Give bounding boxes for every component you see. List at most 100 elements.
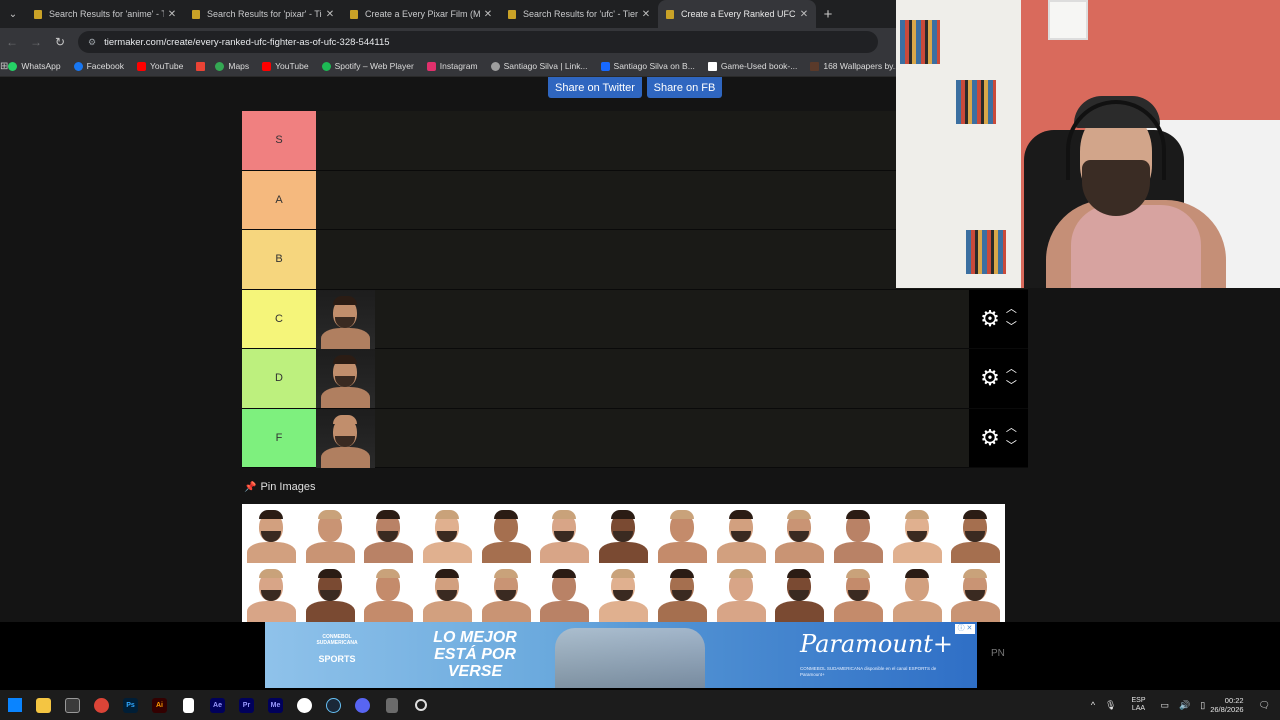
tab-anime-results[interactable]: Search Results for 'anime' - Tier ✕ <box>26 0 184 28</box>
bookmark-facebook[interactable]: Facebook <box>73 61 124 71</box>
start-button[interactable] <box>0 690 29 720</box>
tier-dropzone[interactable] <box>316 349 969 408</box>
bookmark-gmail[interactable] <box>196 61 209 71</box>
fighter-image[interactable] <box>359 504 419 563</box>
share-facebook-button[interactable]: Share on FB <box>647 77 722 98</box>
url-input[interactable]: ⚙ tiermaker.com/create/every-ranked-ufc-… <box>78 31 878 53</box>
after-effects-button[interactable]: Ae <box>203 690 232 720</box>
bookmark-maps[interactable]: Maps <box>215 61 249 71</box>
fighter-image[interactable] <box>300 504 360 563</box>
fighter-image[interactable] <box>316 408 375 468</box>
fighter-image[interactable] <box>316 349 375 408</box>
store-button[interactable] <box>58 690 87 720</box>
fighter-image[interactable] <box>242 563 301 622</box>
fighter-image[interactable] <box>476 563 536 622</box>
bookmark-youtube[interactable]: YouTube <box>136 61 183 71</box>
fighter-image[interactable] <box>476 504 536 563</box>
discord-button[interactable] <box>348 690 377 720</box>
bookmark-spotify[interactable]: Spotify – Web Player <box>321 61 414 71</box>
fighter-image[interactable] <box>770 504 829 563</box>
bookmark-wallpapers[interactable]: 168 Wallpapers by... <box>810 61 900 71</box>
ad-banner[interactable]: CONMEBOL SUDAMERICANA SPORTS LO MEJOR EST… <box>265 622 977 688</box>
photoshop-button[interactable]: Ps <box>116 690 145 720</box>
chrome-button[interactable] <box>87 690 116 720</box>
fighter-image[interactable] <box>887 504 947 563</box>
obs-button[interactable] <box>290 690 319 720</box>
tier-label[interactable]: F <box>242 408 316 467</box>
file-explorer-button[interactable] <box>29 690 58 720</box>
tier-label[interactable]: B <box>242 230 316 289</box>
fighter-image[interactable] <box>418 504 477 563</box>
tier-label[interactable]: C <box>242 289 316 348</box>
premiere-button[interactable]: Pr <box>232 690 261 720</box>
fighter-image[interactable] <box>711 563 771 622</box>
fighter-image[interactable] <box>300 563 360 622</box>
fighter-image[interactable] <box>887 563 947 622</box>
fighter-image[interactable] <box>359 563 419 622</box>
notifications-icon[interactable]: 🗨 <box>1259 700 1270 711</box>
tier-label[interactable]: S <box>242 111 316 170</box>
fighter-image[interactable] <box>594 504 653 563</box>
close-icon[interactable]: ✕ <box>164 9 180 20</box>
bookmark-behance[interactable]: Santiago Silva on B... <box>600 61 695 71</box>
network-icon[interactable]: ▭ <box>1161 700 1170 711</box>
fighter-image[interactable] <box>535 504 595 563</box>
illustrator-button[interactable]: Ai <box>145 690 174 720</box>
fighter-image[interactable] <box>652 563 712 622</box>
forward-arrow-icon[interactable]: → <box>24 35 48 49</box>
share-twitter-button[interactable]: Share on Twitter <box>548 77 642 98</box>
chevron-up-icon[interactable]: ︿ <box>1006 420 1017 438</box>
ad-close-icon[interactable]: ⓘ ✕ <box>955 624 975 634</box>
fighter-image[interactable] <box>946 563 1005 622</box>
fighter-image[interactable] <box>594 563 653 622</box>
tier-dropzone[interactable] <box>316 289 969 349</box>
steam-button[interactable] <box>319 690 348 720</box>
tier-dropzone[interactable] <box>316 408 969 468</box>
tab-pixar-create[interactable]: Create a Every Pixar Film (Marc ✕ <box>342 0 500 28</box>
fighter-image[interactable] <box>770 563 829 622</box>
bookmark-instagram[interactable]: Instagram <box>426 61 478 71</box>
bookmark-whatsapp[interactable]: WhatsApp <box>8 61 61 71</box>
bookmark-linkedin[interactable]: Santiago Silva | Link... <box>490 61 588 71</box>
close-icon[interactable]: ✕ <box>638 9 654 20</box>
tab-ufc-create[interactable]: Create a Every Ranked UFC Figh ✕ <box>658 0 816 28</box>
fighter-image[interactable] <box>242 504 301 563</box>
close-icon[interactable]: ✕ <box>796 9 812 20</box>
tab-search-button[interactable]: ⌄ <box>0 0 26 28</box>
reload-icon[interactable]: ↻ <box>48 35 72 49</box>
fighter-image[interactable] <box>828 563 888 622</box>
chevron-down-icon[interactable]: ﹀ <box>1006 438 1017 456</box>
back-arrow-icon[interactable]: ← <box>0 35 24 49</box>
chevron-up-icon[interactable]: ︿ <box>1006 361 1017 379</box>
clock[interactable]: 00:22 26/8/2026 <box>1210 696 1243 715</box>
microphone-icon[interactable]: 🎙 <box>1105 700 1116 711</box>
calculator-button[interactable] <box>377 690 406 720</box>
bookmark-game-used[interactable]: Game-Used book-... <box>707 61 797 71</box>
tier-label[interactable]: A <box>242 170 316 229</box>
language-indicator[interactable]: ESP LAA <box>1131 697 1145 714</box>
tier-label[interactable]: D <box>242 349 316 408</box>
chevron-up-icon[interactable]: ^ <box>1091 700 1095 710</box>
bookmark-youtube-2[interactable]: YouTube <box>262 61 309 71</box>
fighter-image[interactable] <box>711 504 771 563</box>
close-icon[interactable]: ✕ <box>480 9 496 20</box>
tab-pixar-results[interactable]: Search Results for 'pixar' - TierM ✕ <box>184 0 342 28</box>
volume-icon[interactable]: 🔊 <box>1179 700 1190 711</box>
fighter-image[interactable] <box>418 563 477 622</box>
fighter-image[interactable] <box>946 504 1005 563</box>
new-tab-button[interactable]: + <box>816 0 840 28</box>
gear-icon[interactable]: ⚙ <box>980 426 1000 449</box>
tab-ufc-results[interactable]: Search Results for 'ufc' - TierMa ✕ <box>500 0 658 28</box>
pin-images-toggle[interactable]: 📌 Pin Images <box>244 481 315 493</box>
chevron-down-icon[interactable]: ﹀ <box>1006 378 1017 396</box>
chevron-down-icon[interactable]: ﹀ <box>1006 319 1017 337</box>
site-info-icon[interactable]: ⚙ <box>88 37 96 48</box>
fighter-image[interactable] <box>535 563 595 622</box>
chevron-up-icon[interactable]: ︿ <box>1006 301 1017 319</box>
fighter-image[interactable] <box>652 504 712 563</box>
close-icon[interactable]: ✕ <box>322 9 338 20</box>
apps-grid-icon[interactable]: ⊞ <box>0 61 8 72</box>
media-encoder-button[interactable]: Me <box>261 690 290 720</box>
gear-icon[interactable]: ⚙ <box>980 367 1000 389</box>
battery-icon[interactable]: ▯ <box>1200 700 1205 711</box>
